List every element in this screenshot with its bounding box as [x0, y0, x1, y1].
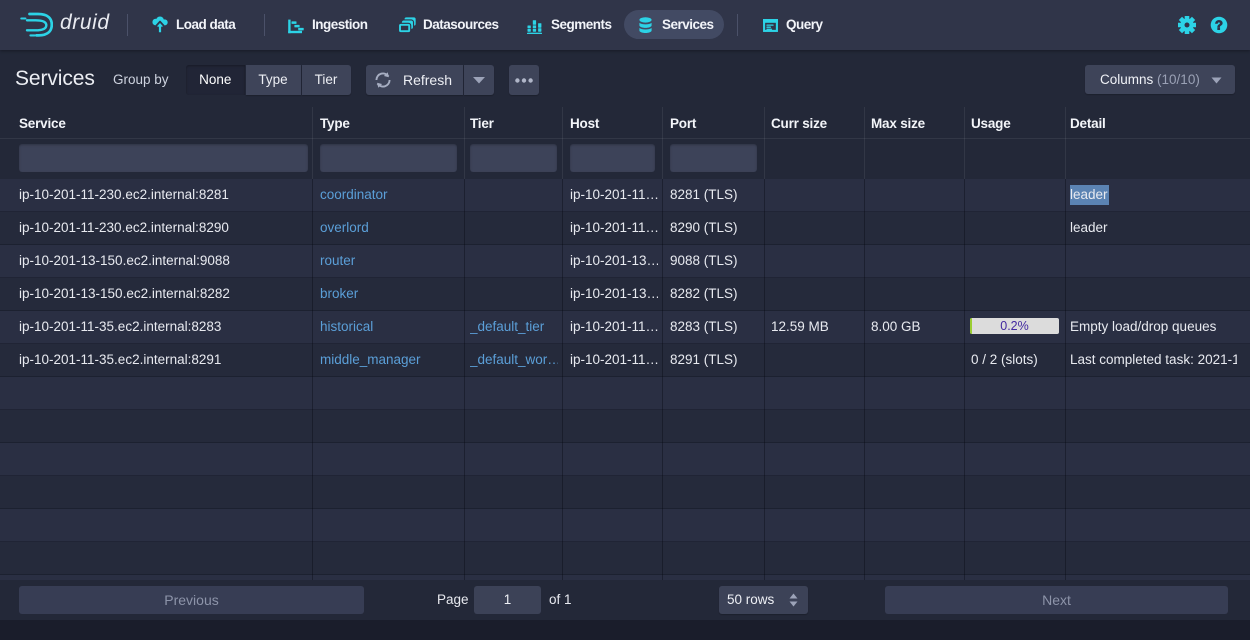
svg-text:?: ?	[1215, 17, 1223, 32]
